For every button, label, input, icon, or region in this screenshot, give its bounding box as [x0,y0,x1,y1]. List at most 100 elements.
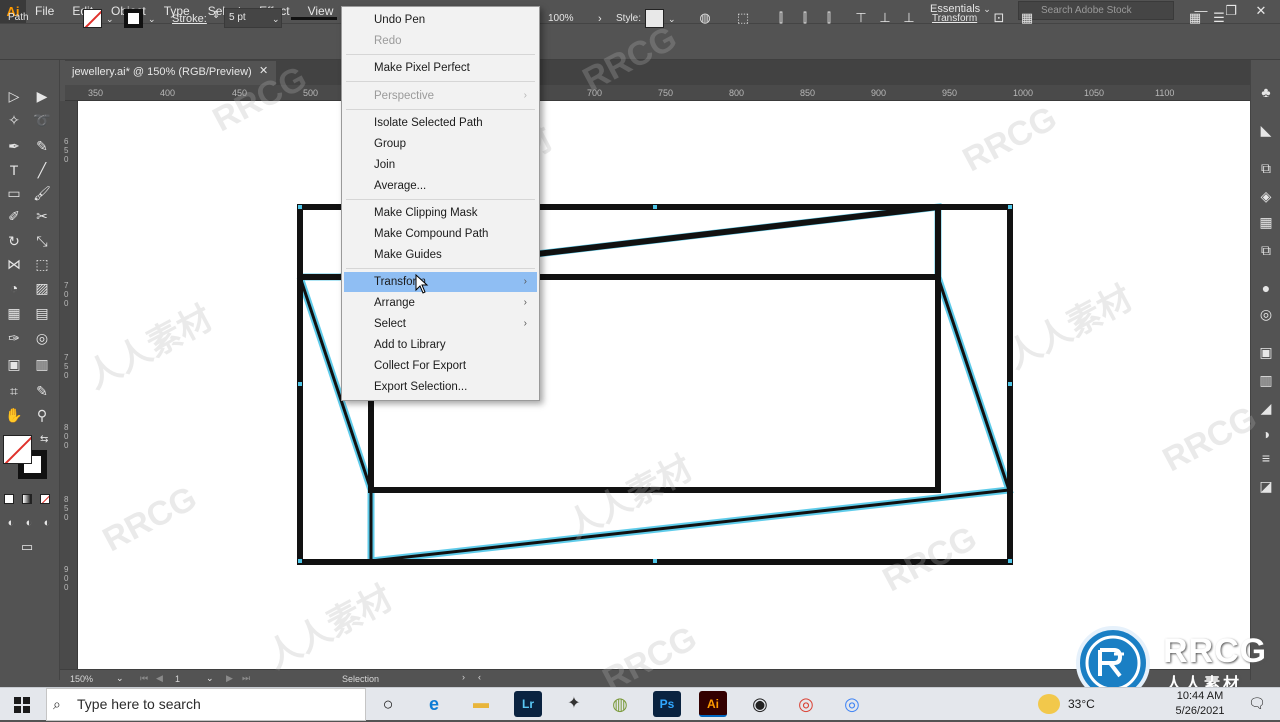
stack-panel-icon[interactable]: ◈ [1256,186,1276,206]
bounding-box-handle[interactable] [298,205,302,209]
menu-item-add-to-library[interactable]: Add to Library [344,335,537,355]
chevron-down-icon[interactable]: ⌄ [668,14,676,25]
artboard-number-field[interactable]: 1 [175,674,180,684]
stroke-label-link[interactable]: Stroke: [172,13,207,25]
scale-tool-icon[interactable]: ⤡ [31,230,53,252]
stock-search-input[interactable]: Search Adobe Stock [1018,1,1174,20]
gradient-tool-icon[interactable]: ▤ [31,302,53,324]
recolor-icon[interactable]: ◍ [696,9,714,27]
file-explorer-icon[interactable]: ▬ [467,691,495,717]
draw-inside-icon[interactable]: ◐ [36,512,58,534]
transform-panel-icon[interactable]: ▥ [1256,370,1276,390]
menu-item-group[interactable]: Group [344,134,537,154]
zoom-tool-icon[interactable]: ⚲ [31,404,53,426]
transparency-panel-icon[interactable]: ◑ [1256,424,1276,444]
gradient-mode-icon[interactable] [22,494,32,504]
app-globe-icon[interactable]: ◍ [606,691,634,717]
close-window-button[interactable]: ✕ [1246,1,1276,21]
artboard-tool-icon[interactable]: ⌗ [3,380,25,402]
direct-selection-tool-icon[interactable]: ▶ [31,85,53,107]
none-mode-icon[interactable] [40,494,50,504]
pathfinder-panel-icon[interactable]: ◪ [1256,476,1276,496]
eyedropper-tool-icon[interactable]: ✑ [3,327,25,349]
clock-date[interactable]: 5/26/2021 [1172,705,1228,717]
blend-tool-icon[interactable]: ◎ [31,327,53,349]
stroke-swatch[interactable] [124,9,143,28]
obs-icon[interactable]: ◉ [746,691,774,717]
clock-time[interactable]: 10:44 AM [1172,690,1228,702]
align-bottom-icon[interactable]: ⊥ [900,9,918,27]
start-button[interactable] [0,688,46,721]
lightroom-icon[interactable]: Lr [514,691,542,717]
diagonal-line-right[interactable] [936,276,1011,491]
appearance-panel-icon[interactable]: ◎ [1256,304,1276,324]
curvature-tool-icon[interactable]: ✎ [31,135,53,157]
stroke-profile-preview[interactable] [291,17,337,20]
fill-color-indicator[interactable] [3,435,32,464]
taskbar-search-input[interactable]: Type here to search [46,688,366,721]
menu-item-select[interactable]: Select › [344,314,537,334]
chevron-down-icon[interactable]: ⌄ [106,14,114,25]
chevron-down-icon[interactable]: ⌄ [148,14,156,25]
align-right-icon[interactable]: ⫿ [820,9,838,27]
close-tab-icon[interactable]: ✕ [259,64,268,77]
paintbrush-tool-icon[interactable]: 🖌 [31,182,53,204]
bounding-box-handle[interactable] [653,205,657,209]
menu-item-undo-pen[interactable]: Undo Pen [344,10,537,30]
edge-icon[interactable]: e [420,691,448,717]
menu-file[interactable]: File [26,0,63,23]
chrome-icon[interactable]: ◎ [792,691,820,717]
menu-item-make-clipping-mask[interactable]: Make Clipping Mask [344,203,537,223]
weather-icon[interactable] [1038,694,1060,714]
type-tool-icon[interactable]: T [3,159,25,181]
panel-menu-icon[interactable]: ☰ [1210,9,1228,27]
scissors-tool-icon[interactable]: ✂ [31,205,53,227]
chevron-down-icon[interactable]: ⌄ [206,673,214,684]
menu-item-arrange[interactable]: Arrange › [344,293,537,313]
photoshop-icon[interactable]: Ps [653,691,681,717]
align-center-icon[interactable]: ⫿ [796,9,814,27]
align-left-icon[interactable]: ⫿ [772,9,790,27]
gradient-panel-icon[interactable]: ◢ [1256,398,1276,418]
layers-panel-icon[interactable]: ◣ [1256,120,1276,140]
rotate-tool-icon[interactable]: ↻ [3,230,25,252]
graphic-style-swatch[interactable] [645,9,664,28]
fill-swatch[interactable] [83,9,102,28]
scroll-left-icon[interactable]: ‹ [478,672,481,682]
bounding-box-handle[interactable] [653,559,657,563]
rectangle-tool-icon[interactable]: ▭ [3,182,25,204]
column-graph-tool-icon[interactable]: ▥ [31,353,53,375]
menu-item-join[interactable]: Join [344,155,537,175]
swap-fill-stroke-icon[interactable]: ⇆ [40,434,48,445]
isolate-icon[interactable]: ⊡ [990,9,1008,27]
vertical-ruler[interactable]: 6 5 0 7 0 0 7 5 0 8 0 0 8 5 0 9 0 0 [60,101,78,669]
libraries-panel-icon[interactable]: ⧉ [1256,158,1276,178]
bounding-box-handle[interactable] [298,559,302,563]
screen-mode-icon[interactable]: ▭ [16,536,38,558]
last-artboard-icon[interactable]: ⏭ [242,673,250,684]
chevron-down-icon[interactable]: ⌄ [116,673,124,684]
artboard-canvas[interactable] [78,101,1250,669]
next-artboard-icon[interactable]: ▶ [226,673,233,684]
chevron-down-icon[interactable]: ⌄ [272,14,280,25]
weather-temperature[interactable]: 33°C [1068,697,1095,711]
line-tool-icon[interactable]: ╱ [31,159,53,181]
artwork[interactable] [78,101,1250,669]
perspective-grid-tool-icon[interactable]: ▨ [31,277,53,299]
align-middle-icon[interactable]: ⊥ [876,9,894,27]
color-mode-icon[interactable] [4,494,14,504]
free-transform-tool-icon[interactable]: ⬚ [31,253,53,275]
align-top-icon[interactable]: ⊤ [852,9,870,27]
lasso-tool-icon[interactable]: ➰ [31,109,53,131]
menu-item-transform[interactable]: Transform › [344,272,537,292]
mesh-tool-icon[interactable]: ▦ [3,302,25,324]
document-tab[interactable]: jewellery.ai* @ 150% (RGB/Preview) [65,61,276,85]
align-to-icon[interactable]: ⬚ [734,9,752,27]
illustrator-icon[interactable]: Ai [699,691,727,717]
notification-icon[interactable]: 🗨 [1248,695,1266,712]
hand-tool-icon[interactable]: ✋ [3,404,25,426]
opacity-field[interactable]: 100% [548,13,574,24]
align-panel-icon[interactable]: ▣ [1256,342,1276,362]
menu-item-isolate-selected-path[interactable]: Isolate Selected Path [344,113,537,133]
arrange-icon[interactable]: ▦ [1018,9,1036,27]
